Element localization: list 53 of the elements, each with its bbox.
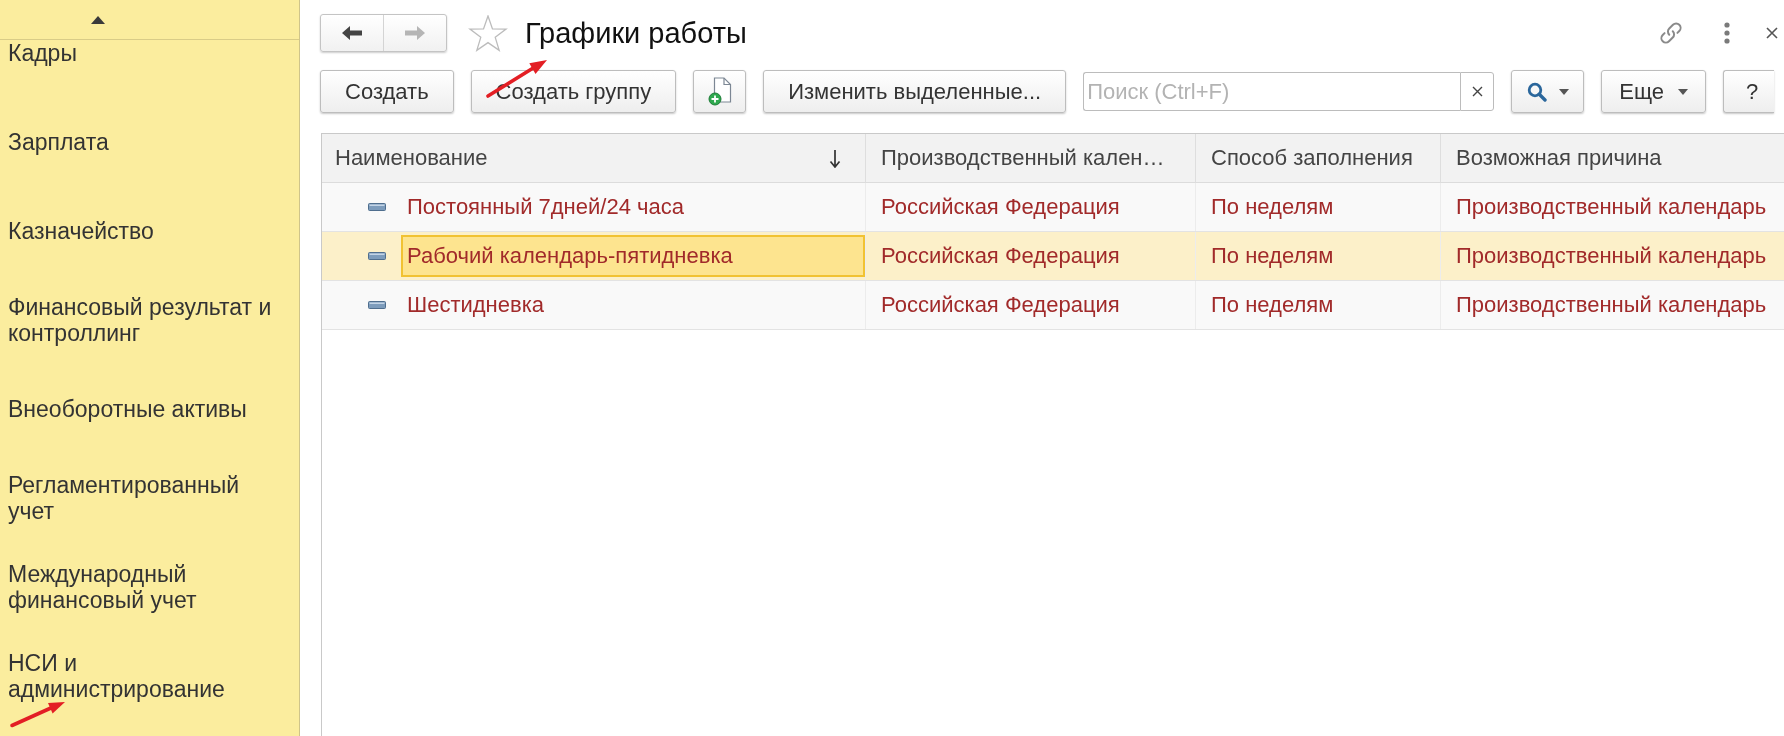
close-icon[interactable] — [1766, 27, 1778, 39]
right-arrow-icon — [404, 25, 426, 41]
table-cell: По неделям — [1195, 183, 1440, 231]
more-button[interactable]: Еще — [1601, 70, 1707, 113]
sidebar-item[interactable]: Зарплата — [8, 128, 109, 155]
sidebar-item[interactable]: Кадры — [8, 40, 77, 66]
sort-arrow-icon — [829, 148, 841, 168]
sidebar-item[interactable]: Казначейство — [8, 217, 154, 244]
table-row[interactable]: Рабочий календарь-пятидневка Российская Федерация По неделям Производственный календарь — [322, 232, 1784, 281]
table-cell-text: Шестидневка — [406, 291, 546, 319]
toolbar-button[interactable]: Создать группу — [470, 70, 677, 113]
dash-icon — [368, 203, 386, 211]
table-cell-text: Постоянный 7дней/24 часа — [406, 193, 685, 221]
table-cell: Рабочий календарь-пятидневка — [401, 235, 865, 277]
search-options-button[interactable] — [1511, 70, 1585, 113]
table-cell: Производственный календарь — [1440, 183, 1784, 231]
table-row[interactable]: Постоянный 7дней/24 часа Российская Федерация По неделям Производственный календарь — [322, 183, 1784, 232]
clear-search-button[interactable] — [1460, 72, 1495, 111]
table-cell: Российская Федерация — [865, 281, 1195, 329]
star-icon[interactable] — [468, 14, 508, 52]
link-icon[interactable] — [1657, 19, 1685, 47]
left-arrow-icon — [341, 25, 363, 41]
table-cell: Российская Федерация — [865, 183, 1195, 231]
close-icon — [1471, 86, 1483, 97]
dash-icon — [368, 252, 386, 260]
table-row[interactable]: Шестидневка Российская Федерация По неделям Производственный календарь — [322, 281, 1784, 330]
toolbar-button[interactable]: Изменить выделенные... — [763, 70, 1067, 113]
add-document-button[interactable] — [693, 70, 747, 113]
table-cell: Производственный календарь — [1440, 232, 1784, 280]
toolbar-button[interactable]: Создать — [320, 70, 454, 113]
caret-icon — [1558, 88, 1569, 95]
sidebar-item[interactable]: Международный финансовый учет — [8, 560, 280, 613]
table-cell: Производственный календарь — [1440, 281, 1784, 329]
sidebar-item[interactable]: Внеоборотные активы — [8, 395, 247, 422]
table-cell: Российская Федерация — [865, 232, 1195, 280]
sidebar-item[interactable]: Регламентированный учет — [8, 471, 280, 524]
help-button[interactable]: ? — [1723, 70, 1775, 113]
scroll-up-icon[interactable] — [91, 15, 105, 24]
column-header[interactable]: Возможная причина — [1440, 134, 1784, 183]
search-icon — [1526, 81, 1547, 102]
column-header[interactable]: Способ заполнения — [1195, 134, 1440, 183]
document-plus-icon — [707, 77, 732, 106]
caret-icon — [1678, 88, 1688, 95]
table-cell: По неделям — [1195, 281, 1440, 329]
dash-icon — [368, 301, 386, 309]
table-cell: По неделям — [1195, 232, 1440, 280]
window-title: Графики работы — [525, 16, 747, 51]
column-header[interactable]: Наименование — [322, 134, 865, 183]
column-header[interactable]: Производственный кален… — [865, 134, 1195, 183]
kebab-menu-icon[interactable] — [1724, 22, 1730, 44]
sidebar-item[interactable]: НСИ и администрирование — [8, 649, 280, 702]
search-field[interactable]: Поиск (Ctrl+F) — [1083, 72, 1461, 111]
sidebar-item[interactable]: Финансовый результат и контроллинг — [8, 293, 280, 346]
